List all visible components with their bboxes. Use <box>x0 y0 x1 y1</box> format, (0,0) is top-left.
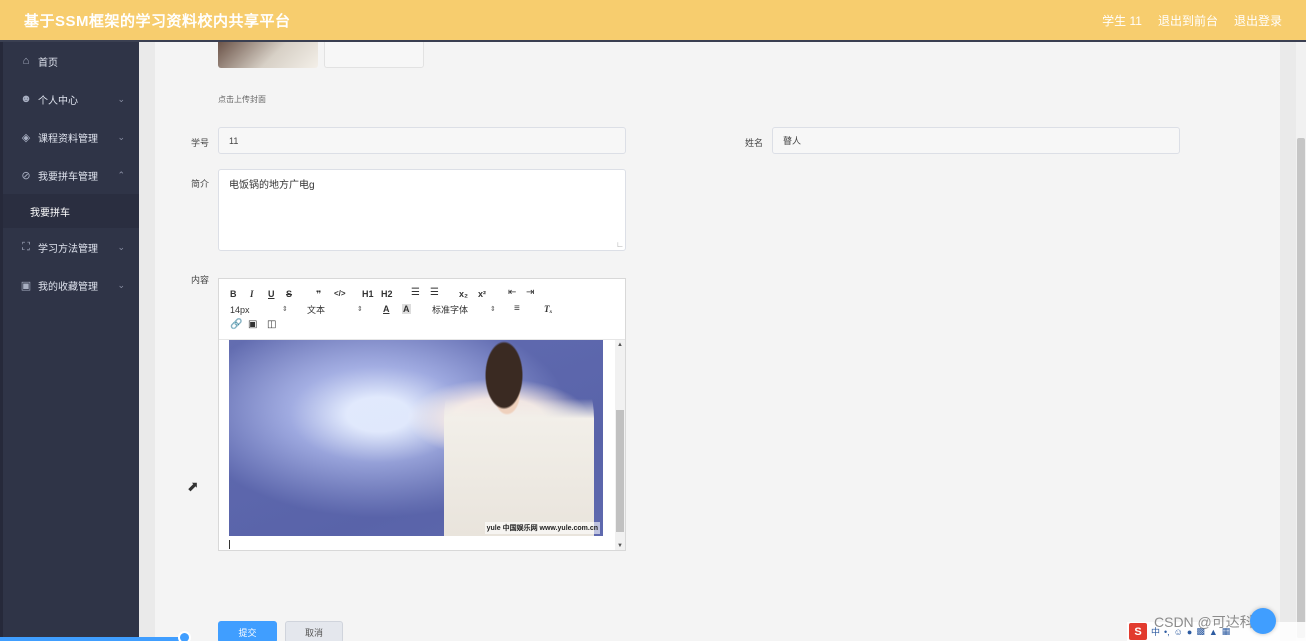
sidebar-item-home[interactable]: ⌂ 首页 <box>3 42 139 80</box>
editor-content-area[interactable]: yule 中国娱乐网 www.yule.com.cn <box>219 340 625 550</box>
code-block-button[interactable]: </> <box>334 289 346 299</box>
compass-icon: ◈ <box>21 131 31 144</box>
sidebar-item-label: 首页 <box>38 57 58 69</box>
mouse-pointer-icon: ⬈ <box>187 478 199 494</box>
font-family-select[interactable]: 标准字体 ⇕ <box>432 305 498 315</box>
background-color-icon[interactable]: A <box>402 304 411 314</box>
align-icon[interactable]: ≡ <box>514 304 520 314</box>
name-label: 姓名 <box>745 138 764 148</box>
cover-image-thumbnail[interactable] <box>218 42 318 68</box>
cover-upload-slot[interactable] <box>324 42 424 68</box>
chevron-up-icon: ⌃ <box>117 169 125 180</box>
underline-button[interactable]: U <box>268 289 275 299</box>
bullet-list-icon[interactable]: ☰ <box>430 288 439 298</box>
editor-scrollbar-thumb[interactable] <box>616 410 624 532</box>
slash-circle-icon: ⊘ <box>21 169 31 182</box>
top-header: 基于SSM框架的学习资料校内共享平台 学生 11 退出到前台 退出登录 <box>0 0 1306 42</box>
submit-button[interactable]: 提交 <box>218 621 277 641</box>
font-size-select[interactable]: 14px ⇕ <box>230 305 290 315</box>
video-icon[interactable]: ◫ <box>267 320 276 330</box>
rich-text-editor: B I U S ❞ </> H1 H2 ☰ ☰ x₂ x² ⇤ ⇥ 14px ⇕ … <box>218 278 626 551</box>
resize-grip-icon[interactable]: ∟ <box>616 240 624 249</box>
bold-button[interactable]: B <box>230 289 237 299</box>
select-arrows-icon: ⇕ <box>357 306 363 313</box>
chevron-down-icon: ⌄ <box>117 241 125 252</box>
font-family-value: 标准字体 <box>432 305 469 315</box>
sidebar: ⌂ 首页 ☻ 个人中心 ⌄ ◈ 课程资料管理 ⌄ ⊘ 我要拼车管理 ⌃ 我要拼车… <box>0 42 139 641</box>
cancel-button[interactable]: 取消 <box>285 621 343 641</box>
select-arrows-icon: ⇕ <box>282 306 288 313</box>
font-color-icon[interactable]: A <box>383 304 390 314</box>
app-title: 基于SSM框架的学习资料校内共享平台 <box>24 12 291 30</box>
outdent-icon[interactable]: ⇤ <box>508 288 516 298</box>
font-size-value: 14px <box>230 305 250 315</box>
text-type-value: 文本 <box>307 305 326 315</box>
home-icon: ⌂ <box>22 55 30 67</box>
subscript-button[interactable]: x₂ <box>459 289 468 299</box>
current-user: 学生 11 <box>1102 13 1142 28</box>
sidebar-item-favorites[interactable]: ▣ 我的收藏管理 ⌄ <box>3 266 139 304</box>
sidebar-subitem-label: 我要拼车 <box>30 207 70 219</box>
editor-scrollbar[interactable]: ▲ ▼ <box>615 340 625 550</box>
sidebar-item-carpool-management[interactable]: ⊘ 我要拼车管理 ⌃ <box>3 156 139 194</box>
loading-progress-bar <box>0 637 184 641</box>
text-caret <box>229 540 230 549</box>
student-no-label: 学号 <box>191 138 210 148</box>
text-type-select[interactable]: 文本 ⇕ <box>307 305 365 315</box>
sidebar-item-label: 课程资料管理 <box>38 133 98 145</box>
intro-textarea[interactable]: 电饭锅的地方广电g ∟ <box>218 169 626 251</box>
scroll-down-icon[interactable]: ▼ <box>617 543 623 549</box>
user-icon: ☻ <box>20 93 32 105</box>
heading2-button[interactable]: H2 <box>381 289 393 299</box>
name-input[interactable]: 瞽人 <box>772 127 1180 154</box>
strike-button[interactable]: S <box>286 289 292 299</box>
sidebar-item-label: 我的收藏管理 <box>38 281 98 293</box>
sidebar-item-label: 个人中心 <box>38 95 78 107</box>
editor-toolbar: B I U S ❞ </> H1 H2 ☰ ☰ x₂ x² ⇤ ⇥ 14px ⇕ … <box>219 279 625 340</box>
select-arrows-icon: ⇕ <box>490 306 496 313</box>
embedded-image-figure <box>444 340 594 536</box>
intro-label: 简介 <box>191 179 210 189</box>
blockquote-button[interactable]: ❞ <box>316 289 321 299</box>
content-label: 内容 <box>191 275 210 285</box>
sidebar-item-label: 我要拼车管理 <box>38 171 98 183</box>
floating-assistant-icon[interactable] <box>1250 608 1276 634</box>
superscript-button[interactable]: x² <box>478 289 486 299</box>
sogou-ime-logo: S <box>1129 623 1147 640</box>
sidebar-item-label: 学习方法管理 <box>38 243 98 255</box>
back-to-front-link[interactable]: 退出到前台 <box>1158 12 1218 29</box>
indent-icon[interactable]: ⇥ <box>526 288 534 298</box>
progress-handle <box>178 631 191 641</box>
chevron-down-icon: ⌄ <box>117 93 125 104</box>
fullscreen-icon: ⛶ <box>22 240 30 253</box>
sidebar-item-study-methods[interactable]: ⛶ 学习方法管理 ⌄ <box>3 228 139 266</box>
student-no-input[interactable]: 11 <box>218 127 626 154</box>
chevron-down-icon: ⌄ <box>117 131 125 142</box>
sidebar-item-personal-center[interactable]: ☻ 个人中心 ⌄ <box>3 80 139 118</box>
italic-button[interactable]: I <box>250 289 254 299</box>
heading1-button[interactable]: H1 <box>362 289 374 299</box>
clear-format-icon[interactable]: Tₓ <box>544 304 553 314</box>
embedded-image: yule 中国娱乐网 www.yule.com.cn <box>229 340 603 536</box>
image-icon[interactable]: ▣ <box>248 320 257 330</box>
intro-text: 电饭锅的地方广电g <box>229 180 315 191</box>
header-actions: 学生 11 退出到前台 退出登录 <box>1102 12 1282 29</box>
logout-link[interactable]: 退出登录 <box>1234 12 1282 29</box>
scroll-up-icon[interactable]: ▲ <box>617 342 623 348</box>
page-scrollbar-thumb[interactable] <box>1297 138 1305 638</box>
upload-cover-hint: 点击上传封面 <box>218 95 266 104</box>
sidebar-item-course-materials[interactable]: ◈ 课程资料管理 ⌄ <box>3 118 139 156</box>
chevron-down-icon: ⌄ <box>117 279 125 290</box>
page-scrollbar[interactable] <box>1296 42 1306 641</box>
image-watermark: yule 中国娱乐网 www.yule.com.cn <box>484 522 600 534</box>
sidebar-subitem-carpool[interactable]: 我要拼车 <box>3 194 139 228</box>
ordered-list-icon[interactable]: ☰ <box>411 288 420 298</box>
briefcase-icon: ▣ <box>20 279 32 292</box>
link-icon[interactable]: 🔗 <box>230 320 242 330</box>
